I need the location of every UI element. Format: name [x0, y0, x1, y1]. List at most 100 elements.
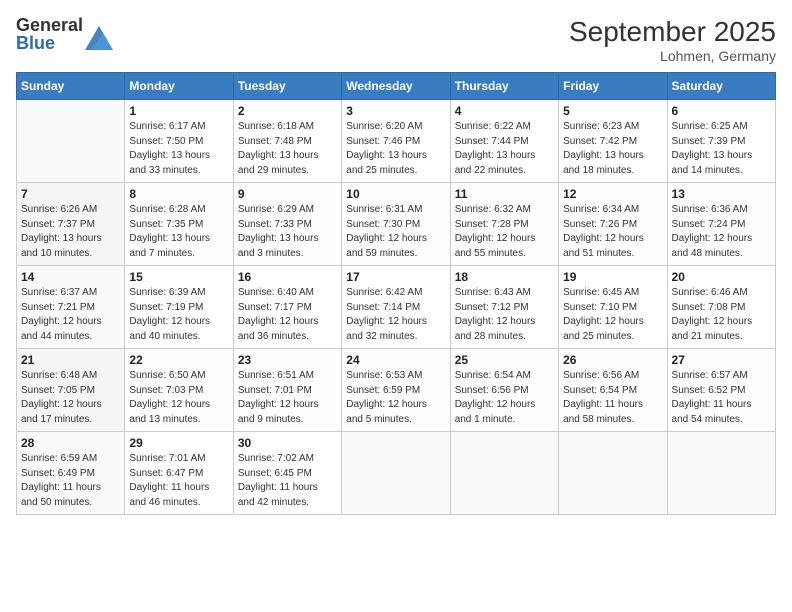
- day-info: Sunrise: 6:50 AM Sunset: 7:03 PM Dayligh…: [129, 369, 228, 427]
- day-info: Sunrise: 6:29 AM Sunset: 7:33 PM Dayligh…: [238, 203, 337, 261]
- day-info: Sunrise: 6:18 AM Sunset: 7:48 PM Dayligh…: [238, 120, 337, 178]
- logo-general-text: General: [16, 15, 83, 35]
- calendar-cell: 22 Sunrise: 6:50 AM Sunset: 7:03 PM Dayli…: [125, 349, 233, 432]
- day-info: Sunrise: 6:59 AM Sunset: 6:49 PM Dayligh…: [21, 452, 120, 510]
- day-info: Sunrise: 6:28 AM Sunset: 7:35 PM Dayligh…: [129, 203, 228, 261]
- day-number: 29: [129, 436, 228, 450]
- calendar-cell: 5 Sunrise: 6:23 AM Sunset: 7:42 PM Daylig…: [559, 100, 667, 183]
- day-number: 20: [672, 270, 771, 284]
- calendar-week-row: 14 Sunrise: 6:37 AM Sunset: 7:21 PM Dayli…: [17, 266, 776, 349]
- day-info: Sunrise: 6:42 AM Sunset: 7:14 PM Dayligh…: [346, 286, 445, 344]
- calendar-cell: 20Sunrise: 6:46 AM Sunset: 7:08 PM Dayli…: [667, 266, 775, 349]
- day-number: 28: [21, 436, 120, 450]
- calendar-cell: 6Sunrise: 6:25 AM Sunset: 7:39 PM Daylig…: [667, 100, 775, 183]
- day-info: Sunrise: 6:53 AM Sunset: 6:59 PM Dayligh…: [346, 369, 445, 427]
- day-info: Sunrise: 6:43 AM Sunset: 7:12 PM Dayligh…: [455, 286, 554, 344]
- day-number: 3: [346, 104, 445, 118]
- calendar-cell: 24 Sunrise: 6:53 AM Sunset: 6:59 PM Dayli…: [342, 349, 450, 432]
- calendar-cell: [342, 432, 450, 515]
- day-number: 18: [455, 270, 554, 284]
- day-number: 15: [129, 270, 228, 284]
- calendar-cell: [559, 432, 667, 515]
- day-number: 24: [346, 353, 445, 367]
- day-info: Sunrise: 6:32 AM Sunset: 7:28 PM Dayligh…: [455, 203, 554, 261]
- calendar-cell: 14 Sunrise: 6:37 AM Sunset: 7:21 PM Dayli…: [17, 266, 125, 349]
- calendar-cell: [667, 432, 775, 515]
- calendar-cell: 26 Sunrise: 6:56 AM Sunset: 6:54 PM Dayli…: [559, 349, 667, 432]
- col-header-wednesday: Wednesday: [342, 73, 450, 100]
- calendar-cell: 15Sunrise: 6:39 AM Sunset: 7:19 PM Dayli…: [125, 266, 233, 349]
- calendar-cell: 9 Sunrise: 6:29 AM Sunset: 7:33 PM Daylig…: [233, 183, 341, 266]
- day-info: Sunrise: 6:20 AM Sunset: 7:46 PM Dayligh…: [346, 120, 445, 178]
- calendar-week-row: 1 Sunrise: 6:17 AM Sunset: 7:50 PM Daylig…: [17, 100, 776, 183]
- calendar-cell: [17, 100, 125, 183]
- calendar-cell: 23 Sunrise: 6:51 AM Sunset: 7:01 PM Dayli…: [233, 349, 341, 432]
- calendar-cell: 8 Sunrise: 6:28 AM Sunset: 7:35 PM Daylig…: [125, 183, 233, 266]
- logo: General Blue: [16, 16, 113, 52]
- day-number: 23: [238, 353, 337, 367]
- calendar-week-row: 21 Sunrise: 6:48 AM Sunset: 7:05 PM Dayli…: [17, 349, 776, 432]
- calendar-cell: 3 Sunrise: 6:20 AM Sunset: 7:46 PM Daylig…: [342, 100, 450, 183]
- logo-icon: [85, 26, 113, 50]
- day-number: 22: [129, 353, 228, 367]
- calendar-cell: 29 Sunrise: 7:01 AM Sunset: 6:47 PM Dayli…: [125, 432, 233, 515]
- day-number: 2: [238, 104, 337, 118]
- day-number: 27: [672, 353, 771, 367]
- day-number: 1: [129, 104, 228, 118]
- month-title: September 2025: [569, 16, 776, 48]
- day-number: 17: [346, 270, 445, 284]
- col-header-monday: Monday: [125, 73, 233, 100]
- day-info: Sunrise: 7:02 AM Sunset: 6:45 PM Dayligh…: [238, 452, 337, 510]
- calendar-cell: 11Sunrise: 6:32 AM Sunset: 7:28 PM Dayli…: [450, 183, 558, 266]
- calendar-cell: 25Sunrise: 6:54 AM Sunset: 6:56 PM Dayli…: [450, 349, 558, 432]
- day-info: Sunrise: 6:17 AM Sunset: 7:50 PM Dayligh…: [129, 120, 228, 178]
- col-header-thursday: Thursday: [450, 73, 558, 100]
- day-number: 5: [563, 104, 662, 118]
- calendar-cell: 4Sunrise: 6:22 AM Sunset: 7:44 PM Daylig…: [450, 100, 558, 183]
- day-number: 26: [563, 353, 662, 367]
- calendar-cell: 19Sunrise: 6:45 AM Sunset: 7:10 PM Dayli…: [559, 266, 667, 349]
- calendar-cell: [450, 432, 558, 515]
- calendar-header-row: SundayMondayTuesdayWednesdayThursdayFrid…: [17, 73, 776, 100]
- day-number: 30: [238, 436, 337, 450]
- day-number: 13: [672, 187, 771, 201]
- day-info: Sunrise: 6:34 AM Sunset: 7:26 PM Dayligh…: [563, 203, 662, 261]
- day-info: Sunrise: 6:25 AM Sunset: 7:39 PM Dayligh…: [672, 120, 771, 178]
- calendar-week-row: 28 Sunrise: 6:59 AM Sunset: 6:49 PM Dayli…: [17, 432, 776, 515]
- day-number: 10: [346, 187, 445, 201]
- day-number: 21: [21, 353, 120, 367]
- logo-blue-text: Blue: [16, 33, 55, 53]
- day-info: Sunrise: 6:31 AM Sunset: 7:30 PM Dayligh…: [346, 203, 445, 261]
- col-header-saturday: Saturday: [667, 73, 775, 100]
- day-info: Sunrise: 7:01 AM Sunset: 6:47 PM Dayligh…: [129, 452, 228, 510]
- col-header-sunday: Sunday: [17, 73, 125, 100]
- calendar-cell: 10 Sunrise: 6:31 AM Sunset: 7:30 PM Dayli…: [342, 183, 450, 266]
- day-number: 19: [563, 270, 662, 284]
- day-info: Sunrise: 6:51 AM Sunset: 7:01 PM Dayligh…: [238, 369, 337, 427]
- day-number: 7: [21, 187, 120, 201]
- day-info: Sunrise: 6:37 AM Sunset: 7:21 PM Dayligh…: [21, 286, 120, 344]
- day-info: Sunrise: 6:48 AM Sunset: 7:05 PM Dayligh…: [21, 369, 120, 427]
- calendar-cell: 16Sunrise: 6:40 AM Sunset: 7:17 PM Dayli…: [233, 266, 341, 349]
- day-info: Sunrise: 6:56 AM Sunset: 6:54 PM Dayligh…: [563, 369, 662, 427]
- day-info: Sunrise: 6:23 AM Sunset: 7:42 PM Dayligh…: [563, 120, 662, 178]
- day-number: 14: [21, 270, 120, 284]
- calendar-cell: 27 Sunrise: 6:57 AM Sunset: 6:52 PM Dayli…: [667, 349, 775, 432]
- calendar-cell: 2 Sunrise: 6:18 AM Sunset: 7:48 PM Daylig…: [233, 100, 341, 183]
- calendar-cell: 30 Sunrise: 7:02 AM Sunset: 6:45 PM Dayli…: [233, 432, 341, 515]
- day-info: Sunrise: 6:26 AM Sunset: 7:37 PM Dayligh…: [21, 203, 120, 261]
- calendar-cell: 1 Sunrise: 6:17 AM Sunset: 7:50 PM Daylig…: [125, 100, 233, 183]
- day-info: Sunrise: 6:40 AM Sunset: 7:17 PM Dayligh…: [238, 286, 337, 344]
- day-info: Sunrise: 6:57 AM Sunset: 6:52 PM Dayligh…: [672, 369, 771, 427]
- day-number: 9: [238, 187, 337, 201]
- calendar-table: SundayMondayTuesdayWednesdayThursdayFrid…: [16, 72, 776, 515]
- calendar-cell: 7 Sunrise: 6:26 AM Sunset: 7:37 PM Daylig…: [17, 183, 125, 266]
- day-number: 4: [455, 104, 554, 118]
- day-number: 8: [129, 187, 228, 201]
- calendar-cell: 28 Sunrise: 6:59 AM Sunset: 6:49 PM Dayli…: [17, 432, 125, 515]
- calendar-cell: 12Sunrise: 6:34 AM Sunset: 7:26 PM Dayli…: [559, 183, 667, 266]
- location: Lohmen, Germany: [569, 48, 776, 64]
- day-info: Sunrise: 6:36 AM Sunset: 7:24 PM Dayligh…: [672, 203, 771, 261]
- calendar-cell: 21 Sunrise: 6:48 AM Sunset: 7:05 PM Dayli…: [17, 349, 125, 432]
- day-number: 25: [455, 353, 554, 367]
